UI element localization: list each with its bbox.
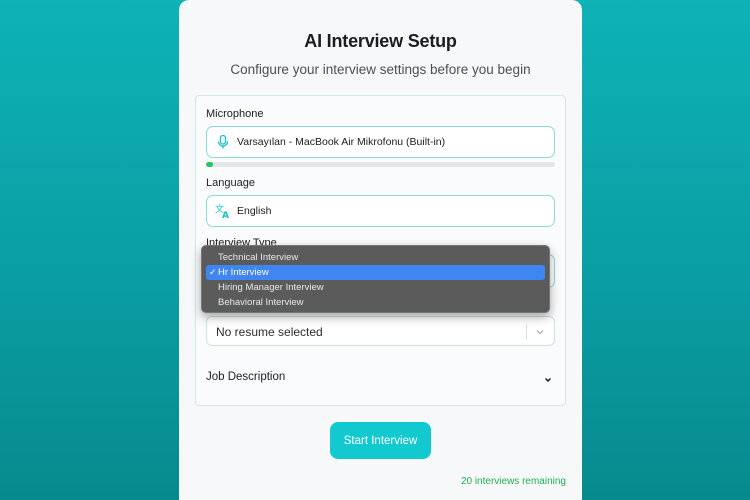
dropdown-option[interactable]: Behavioral Interview xyxy=(206,295,545,310)
resume-select[interactable]: No resume selected xyxy=(206,316,555,346)
language-value: English xyxy=(237,205,272,217)
chevron-down-icon xyxy=(534,325,546,337)
select-divider xyxy=(526,324,527,340)
svg-text:A: A xyxy=(222,211,229,219)
job-description-toggle[interactable]: Job Description xyxy=(206,371,285,383)
microphone-value: Varsayılan - MacBook Air Mikrofonu (Buil… xyxy=(237,136,446,148)
chevron-down-icon[interactable] xyxy=(543,372,553,383)
interviews-remaining: 20 interviews remaining xyxy=(460,476,566,487)
dropdown-option[interactable]: Technical Interview xyxy=(206,250,545,265)
dropdown-option-label: Hiring Manager Interview xyxy=(218,282,324,293)
resume-value: No resume selected xyxy=(216,325,323,339)
dropdown-option[interactable]: Hiring Manager Interview xyxy=(206,280,545,295)
start-interview-button[interactable]: Start Interview xyxy=(330,422,431,459)
checkmark-icon: ✓ xyxy=(209,267,217,277)
dropdown-option[interactable]: ✓ Hr Interview xyxy=(206,265,545,280)
dropdown-option-label: Hr Interview xyxy=(218,267,269,278)
page-title: AI Interview Setup xyxy=(304,31,457,51)
interview-type-dropdown: Technical Interview ✓ Hr Interview Hiring M… xyxy=(201,245,550,313)
language-label: Language xyxy=(206,177,255,189)
dropdown-option-label: Behavioral Interview xyxy=(218,297,304,308)
dropdown-option-label: Technical Interview xyxy=(218,252,299,263)
microphone-icon xyxy=(215,134,231,150)
translate-icon: 文 A xyxy=(215,203,231,221)
microphone-level-meter xyxy=(206,162,555,167)
page-subtitle: Configure your interview settings before… xyxy=(230,62,531,77)
microphone-label: Microphone xyxy=(206,108,264,120)
microphone-select[interactable]: Varsayılan - MacBook Air Mikrofonu (Buil… xyxy=(206,126,555,158)
microphone-level-fill xyxy=(206,162,213,167)
language-select[interactable]: 文 A English xyxy=(206,195,555,227)
